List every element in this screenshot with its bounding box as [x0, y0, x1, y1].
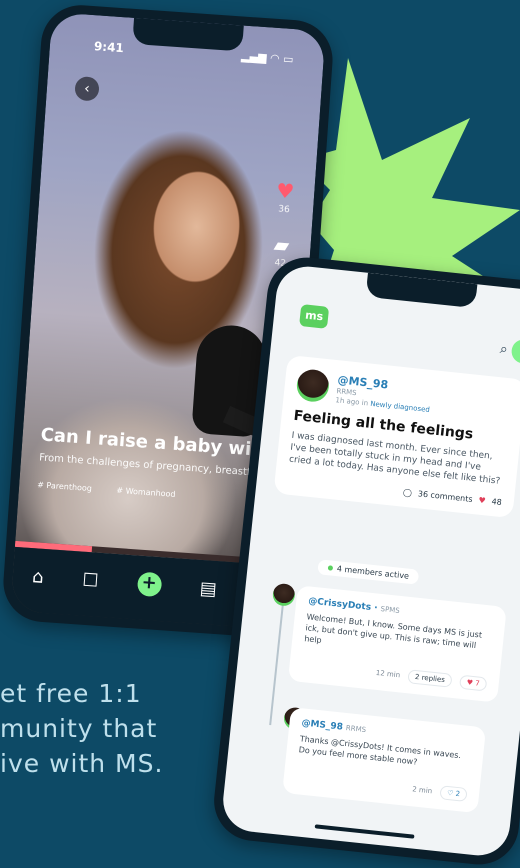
- reply-subtag: SPMS: [380, 604, 401, 615]
- post-card[interactable]: @MS_98 RRMS 1h ago in Newly diagnosed Fe…: [273, 354, 520, 519]
- online-dot-icon: [327, 565, 334, 571]
- reply-card[interactable]: @CrissyDots · SPMS Welcome! But, I know.…: [287, 585, 507, 704]
- heart-outline-icon: ♡: [446, 788, 454, 798]
- add-icon[interactable]: +: [136, 571, 162, 598]
- app-logo[interactable]: ms: [299, 304, 330, 329]
- members-active-badge: 4 members active: [317, 559, 420, 585]
- video-tags: # Parenthoog # Womanhood: [37, 480, 198, 500]
- comment-icon[interactable]: ◯: [403, 488, 413, 498]
- community-screen: ms ⌕ @MS_98 RRMS 1h ago in Newly diagnos…: [220, 263, 520, 859]
- reply-time: 12 min: [375, 669, 401, 680]
- home-indicator: [314, 824, 415, 839]
- library-icon[interactable]: ▤: [199, 577, 217, 599]
- replies-button[interactable]: 2 replies: [407, 669, 453, 689]
- reply-subtag: RRMS: [345, 724, 367, 735]
- comment-count[interactable]: 36 comments: [417, 490, 473, 505]
- back-button[interactable]: ‹: [74, 75, 100, 102]
- home-icon[interactable]: ⌂: [32, 566, 45, 588]
- heart-icon[interactable]: ♥: [270, 178, 302, 204]
- reply-author[interactable]: @CrissyDots: [308, 596, 372, 613]
- reply-card[interactable]: @MS_98 RRMS Thanks @CrissyDots! It comes…: [282, 707, 487, 813]
- avatar[interactable]: [271, 582, 296, 607]
- heart-icon[interactable]: ♥: [478, 496, 486, 506]
- phone-notch: [132, 17, 244, 52]
- phone-notch: [365, 272, 478, 309]
- status-icons: ▂▄▆ ◠ ▭: [240, 49, 294, 67]
- chat-icon[interactable]: ☐: [82, 569, 100, 591]
- status-time: 9:41: [93, 39, 125, 56]
- avatar[interactable]: [295, 368, 331, 404]
- chevron-left-icon: ‹: [83, 80, 91, 97]
- tag-link[interactable]: # Parenthoog: [37, 480, 92, 493]
- avatar[interactable]: [510, 338, 520, 365]
- tagline-line: ive with MS.: [0, 749, 164, 778]
- like-button[interactable]: ♥ 7: [458, 675, 488, 692]
- reply-author[interactable]: @MS_98: [301, 718, 343, 732]
- tagline-line: munity that: [0, 714, 158, 743]
- comments-icon[interactable]: ▰: [266, 232, 298, 258]
- heart-icon: ♥: [466, 678, 474, 688]
- tagline: et free 1:1 munity that ive with MS.: [0, 676, 163, 781]
- tag-link[interactable]: # Womanhood: [116, 486, 176, 499]
- like-button[interactable]: ♡ 2: [439, 784, 468, 802]
- tagline-line: et free 1:1: [0, 679, 142, 708]
- like-count: 36: [277, 204, 291, 216]
- reply-time: 2 min: [411, 784, 433, 795]
- search-icon[interactable]: ⌕: [499, 341, 508, 358]
- like-count: 48: [491, 497, 503, 508]
- thread-line: [269, 595, 285, 726]
